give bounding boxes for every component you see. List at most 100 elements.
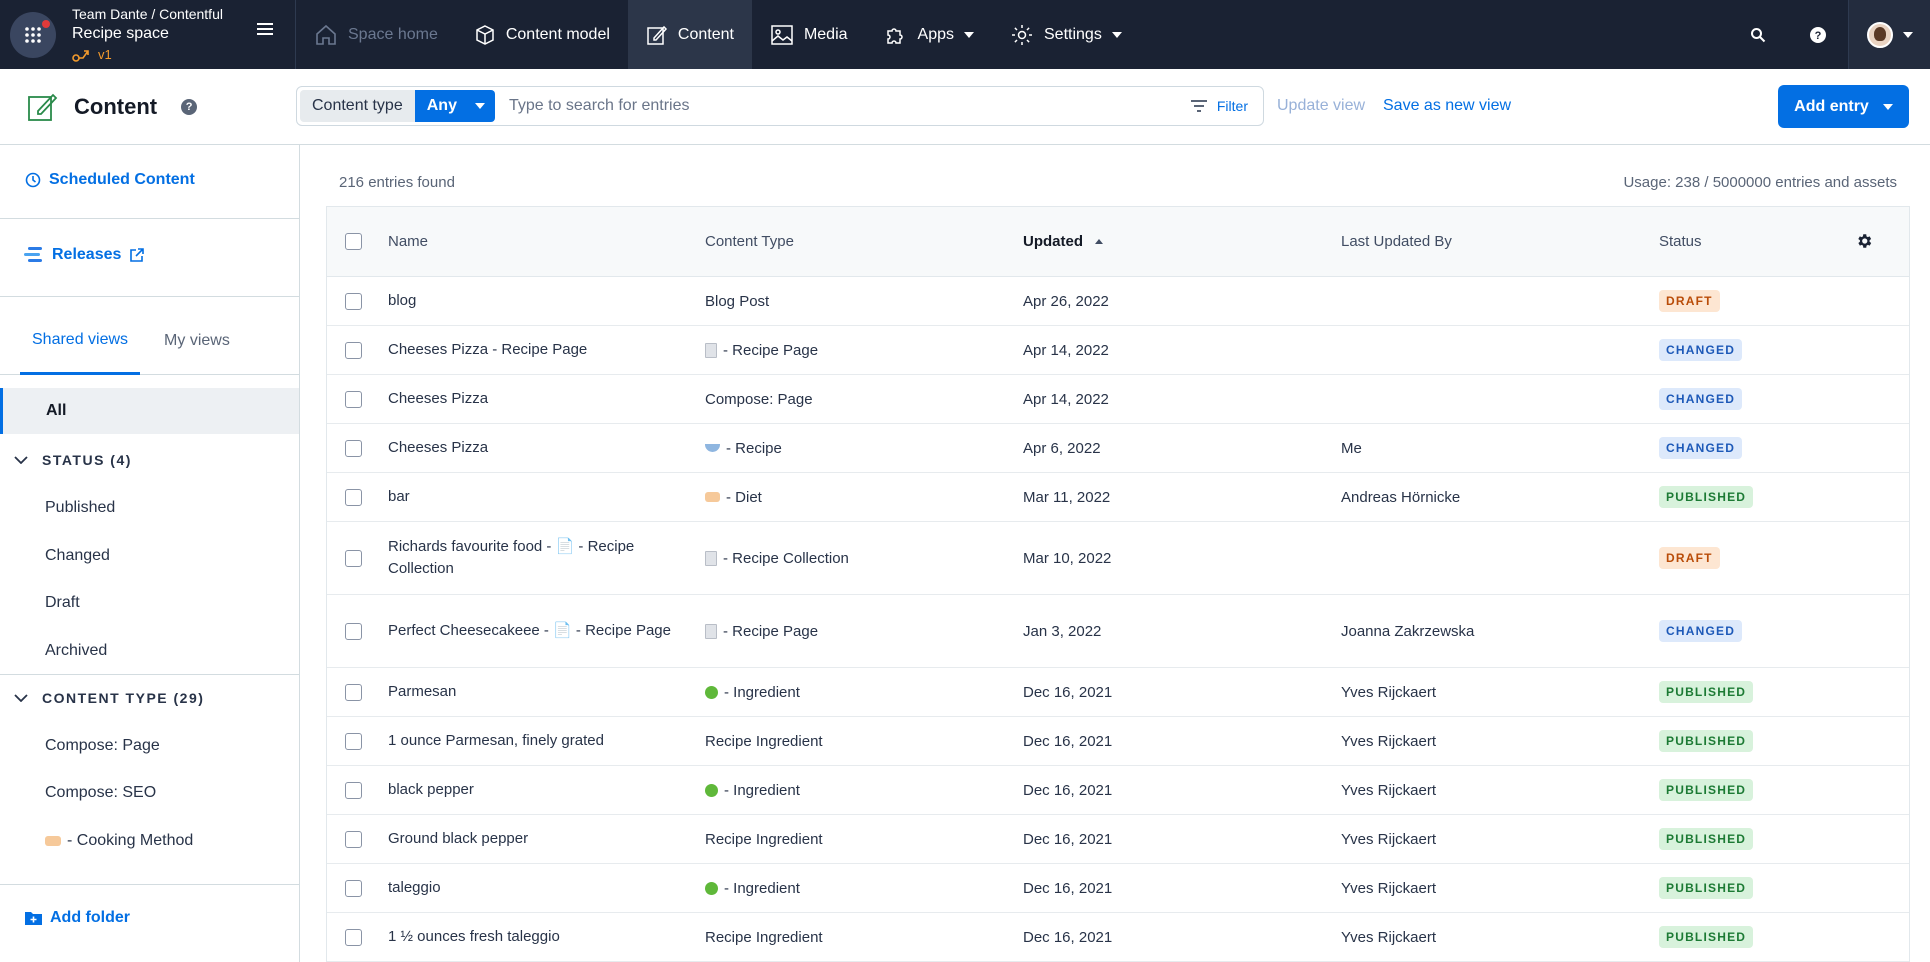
entry-name[interactable]: Parmesan bbox=[388, 681, 705, 703]
nav-apps[interactable]: Apps bbox=[866, 0, 992, 69]
space-info: Team Dante / Contentful Recipe space v1 bbox=[72, 6, 223, 63]
bowl-icon bbox=[705, 444, 720, 452]
help-icon[interactable]: ? bbox=[181, 98, 198, 115]
row-select-cell bbox=[327, 439, 388, 457]
row-checkbox[interactable] bbox=[345, 781, 362, 799]
status-cell: PUBLISHED bbox=[1659, 877, 1839, 899]
view-label: - Cooking Method bbox=[67, 832, 194, 849]
row-checkbox[interactable] bbox=[345, 830, 362, 848]
entry-name[interactable]: blog bbox=[388, 290, 705, 312]
hamburger-icon[interactable] bbox=[257, 22, 273, 36]
row-checkbox[interactable] bbox=[345, 341, 362, 359]
entry-updated-by: Yves Rijckaert bbox=[1341, 781, 1437, 799]
row-checkbox[interactable] bbox=[345, 732, 362, 750]
search-button[interactable] bbox=[1728, 0, 1788, 69]
entry-updated: Jan 3, 2022 bbox=[1023, 622, 1102, 640]
tab-shared-views[interactable]: Shared views bbox=[20, 307, 141, 375]
table-row[interactable]: blog Blog Post Apr 26, 2022 DRAFT bbox=[327, 277, 1909, 326]
row-checkbox[interactable] bbox=[345, 549, 362, 567]
nav-content-model[interactable]: Content model bbox=[456, 0, 628, 69]
table-row[interactable]: black pepper - Ingredient Dec 16, 2021 Yves… bbox=[327, 766, 1909, 815]
view-compose-seo[interactable]: Compose: SEO bbox=[45, 784, 156, 802]
view-compose-page[interactable]: Compose: Page bbox=[45, 737, 160, 755]
table-row[interactable]: Cheeses Pizza Compose: Page Apr 14, 2022 CH… bbox=[327, 375, 1909, 424]
row-checkbox[interactable] bbox=[345, 928, 362, 946]
view-all[interactable]: All bbox=[0, 388, 299, 434]
document-icon bbox=[705, 342, 717, 358]
column-content-type[interactable]: Content Type bbox=[705, 233, 1023, 250]
entry-name[interactable]: Cheeses Pizza bbox=[388, 437, 705, 459]
table-row[interactable]: Perfect Cheesecakeee - 📄 - Recipe Page - … bbox=[327, 595, 1909, 668]
entry-updated: Dec 16, 2021 bbox=[1023, 732, 1113, 750]
content-type-select[interactable]: Any bbox=[414, 90, 495, 122]
nav-space-home[interactable]: Space home bbox=[296, 0, 456, 69]
column-status[interactable]: Status bbox=[1659, 233, 1839, 250]
view-published[interactable]: Published bbox=[45, 499, 115, 517]
table-row[interactable]: 1 ½ ounces fresh taleggio Recipe Ingredie… bbox=[327, 913, 1909, 962]
nav-media[interactable]: Media bbox=[752, 0, 866, 69]
entry-updated-by: Yves Rijckaert bbox=[1341, 928, 1437, 946]
entry-name[interactable]: 1 ounce Parmesan, finely grated bbox=[388, 730, 705, 752]
save-as-new-view-button[interactable]: Save as new view bbox=[1383, 97, 1511, 115]
table-row[interactable]: 1 ounce Parmesan, finely grated Recipe In… bbox=[327, 717, 1909, 766]
status-cell: PUBLISHED bbox=[1659, 681, 1839, 703]
status-group-toggle[interactable]: STATUS (4) bbox=[14, 452, 132, 468]
table-row[interactable]: taleggio - Ingredient Dec 16, 2021 Yves Rij… bbox=[327, 864, 1909, 913]
table-row[interactable]: bar - Diet Mar 11, 2022 Andreas Hörnicke PUB… bbox=[327, 473, 1909, 522]
row-checkbox[interactable] bbox=[345, 439, 362, 457]
column-last-updated-by[interactable]: Last Updated By bbox=[1341, 233, 1659, 250]
row-checkbox[interactable] bbox=[345, 622, 362, 640]
column-name[interactable]: Name bbox=[388, 231, 705, 253]
entry-name[interactable]: black pepper bbox=[388, 779, 705, 801]
table-row[interactable]: Ground black pepper Recipe Ingredient Dec … bbox=[327, 815, 1909, 864]
entry-name[interactable]: Cheeses Pizza - Recipe Page bbox=[388, 339, 705, 361]
row-checkbox[interactable] bbox=[345, 390, 362, 408]
entry-content-type: - Ingredient bbox=[705, 782, 1023, 799]
entries-table: Name Content Type Updated Last Updated B… bbox=[326, 206, 1910, 962]
update-view-button[interactable]: Update view bbox=[1277, 97, 1365, 115]
search-input[interactable]: Type to search for entries bbox=[509, 97, 1191, 115]
add-folder-button[interactable]: Add folder bbox=[25, 909, 130, 927]
table-row[interactable]: Parmesan - Ingredient Dec 16, 2021 Yves Rij… bbox=[327, 668, 1909, 717]
table-row[interactable]: Cheeses Pizza - Recipe Apr 6, 2022 Me CHANGE… bbox=[327, 424, 1909, 473]
entry-name[interactable]: bar bbox=[388, 486, 705, 508]
select-all-checkbox[interactable] bbox=[345, 233, 362, 250]
row-checkbox[interactable] bbox=[345, 683, 362, 701]
tag-icon bbox=[705, 492, 720, 502]
nav-label: Media bbox=[803, 25, 848, 43]
column-updated[interactable]: Updated bbox=[1023, 233, 1341, 250]
app-launcher-button[interactable] bbox=[10, 11, 56, 58]
view-cooking-method[interactable]: - Cooking Method bbox=[45, 832, 193, 850]
scheduled-content-link[interactable]: Scheduled Content bbox=[25, 171, 195, 189]
view-draft[interactable]: Draft bbox=[45, 594, 80, 612]
entry-name[interactable]: taleggio bbox=[388, 877, 705, 899]
environment-label: v1 bbox=[72, 47, 223, 63]
status-badge: PUBLISHED bbox=[1659, 681, 1754, 703]
entry-name[interactable]: 1 ½ ounces fresh taleggio bbox=[388, 926, 705, 948]
account-menu[interactable] bbox=[1848, 0, 1930, 69]
row-checkbox[interactable] bbox=[345, 488, 362, 506]
help-button[interactable]: ? bbox=[1788, 0, 1848, 69]
table-row[interactable]: Cheeses Pizza - Recipe Page - Recipe Page… bbox=[327, 326, 1909, 375]
releases-link[interactable]: Releases bbox=[24, 246, 145, 264]
row-checkbox[interactable] bbox=[345, 879, 362, 897]
entry-name[interactable]: Perfect Cheesecakeee - 📄 - Recipe Page bbox=[388, 620, 705, 642]
add-entry-button[interactable]: Add entry bbox=[1778, 85, 1909, 128]
entry-name[interactable]: Cheeses Pizza bbox=[388, 388, 705, 410]
entry-name[interactable]: Ground black pepper bbox=[388, 828, 705, 850]
entry-name[interactable]: Richards favourite food - 📄 - Recipe Col… bbox=[388, 536, 705, 580]
view-changed[interactable]: Changed bbox=[45, 547, 110, 565]
nav-right-group: ? bbox=[1728, 0, 1930, 69]
org-switcher[interactable]: Team Dante / Contentful Recipe space v1 bbox=[0, 0, 296, 69]
settings-icon[interactable] bbox=[1855, 232, 1873, 250]
row-checkbox[interactable] bbox=[345, 292, 362, 310]
content-type-text: - Recipe Page bbox=[723, 341, 819, 359]
content-type-group-toggle[interactable]: CONTENT TYPE (29) bbox=[14, 690, 204, 706]
view-archived[interactable]: Archived bbox=[45, 642, 107, 660]
filter-button[interactable]: Filter bbox=[1190, 98, 1248, 114]
table-row[interactable]: Richards favourite food - 📄 - Recipe Col… bbox=[327, 522, 1909, 595]
nav-settings[interactable]: Settings bbox=[992, 0, 1140, 69]
status-badge: CHANGED bbox=[1659, 339, 1743, 361]
nav-content[interactable]: Content bbox=[627, 0, 752, 69]
tab-my-views[interactable]: My views bbox=[152, 307, 242, 375]
